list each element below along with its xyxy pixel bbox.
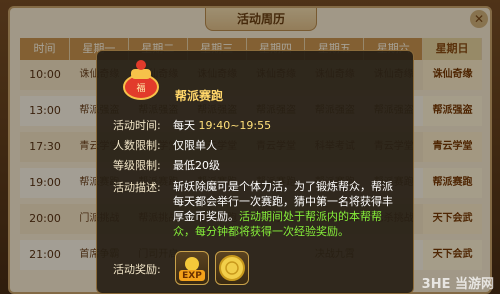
people-value: 仅限单人 — [173, 139, 217, 152]
gold-reward[interactable] — [215, 251, 249, 285]
svg-text:福: 福 — [136, 82, 145, 94]
desc-label: 活动描述: — [113, 181, 161, 194]
people-label: 人数限制: — [113, 139, 161, 152]
treasure-bag-icon: 福 — [123, 60, 159, 100]
activity-detail-popup: 福 帮派赛跑 活动时间: 每天 19:40~19:55 人数限制: 仅限单人 等… — [96, 50, 414, 294]
time-range: 19:40~19:55 — [198, 119, 272, 132]
gold-coin-icon — [219, 255, 245, 281]
popup-title: 帮派赛跑 — [175, 89, 224, 103]
exp-reward[interactable]: EXP — [175, 251, 209, 285]
time-value: 每天 19:40~19:55 — [173, 117, 271, 133]
reward-label: 活动奖励: — [113, 263, 161, 276]
time-prefix: 每天 — [173, 119, 195, 132]
watermark: 3HE 当游网 — [421, 277, 494, 292]
level-label: 等级限制: — [113, 159, 161, 172]
activity-description: 斩妖除魔可是个体力活，为了锻炼帮众，帮派每天都会举行一次赛跑，猜中第一名将获得丰… — [173, 179, 403, 239]
level-value: 最低20级 — [173, 159, 220, 172]
time-label: 活动时间: — [113, 119, 161, 132]
exp-label: EXP — [182, 271, 202, 281]
